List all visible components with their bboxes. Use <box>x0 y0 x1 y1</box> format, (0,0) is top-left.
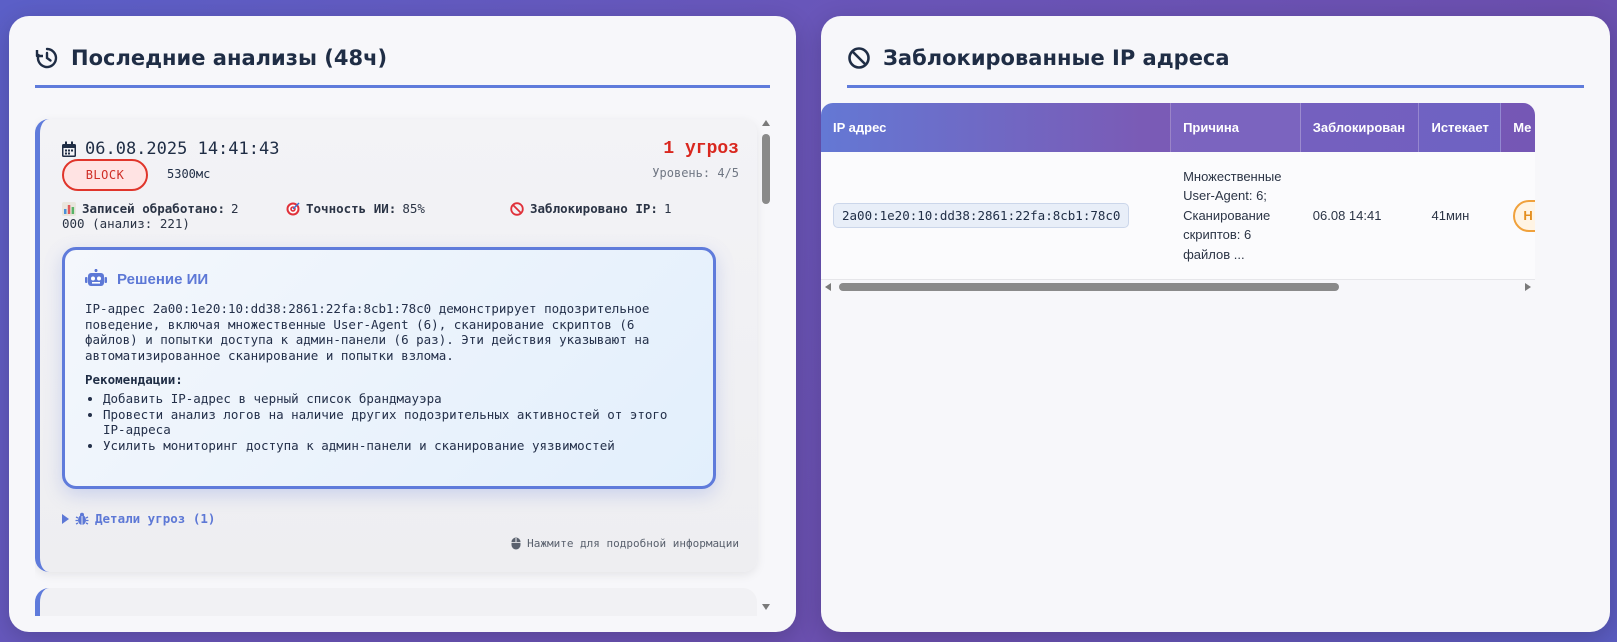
ai-decision-title: Решение ИИ <box>85 266 693 292</box>
analyses-scroll-area[interactable]: 06.08.2025 14:41:43 1 угроз Уровень: 4/5… <box>35 106 775 616</box>
cell-blocked-at: 06.08 14:41 <box>1312 208 1382 223</box>
ai-decision-title-text: Решение ИИ <box>117 270 209 288</box>
ai-decision-text: IP-адрес 2a00:1e20:10:dd38:2861:22fa:8cb… <box>85 301 650 363</box>
cell-action: Н <box>1501 152 1535 279</box>
robot-icon <box>85 269 107 286</box>
analysis-card[interactable] <box>35 588 757 616</box>
column-header-reason[interactable]: Причина <box>1171 103 1301 152</box>
column-header-method[interactable]: Ме <box>1501 103 1535 152</box>
blocked-value: 1 <box>663 201 672 216</box>
recommendations-title: Рекомендации: <box>85 372 183 387</box>
column-header-expires[interactable]: Истекает <box>1419 103 1502 152</box>
calendar-icon <box>62 141 76 157</box>
column-header-blocked[interactable]: Заблокирован <box>1300 103 1420 152</box>
threat-level: Уровень: 4/5 <box>652 166 739 180</box>
click-hint-text: Нажмите для подробной информации <box>527 537 739 550</box>
history-icon <box>35 47 58 69</box>
blocked-ips-table: IP адрес Причина Заблокирован Истекает М… <box>821 103 1535 281</box>
duration: 5300мс <box>167 167 211 181</box>
accuracy-value: 85% <box>402 201 425 216</box>
cell-ip: 2a00:1e20:10:dd38:2861:22fa:8cb1:78c0 <box>821 152 1171 279</box>
datetime-text: 06.08.2025 14:41:43 <box>85 139 280 159</box>
expand-triangle-icon <box>62 513 69 524</box>
cell-expires: 41мин <box>1431 208 1470 223</box>
recommendation-item: Усилить мониторинг доступа к админ-панел… <box>103 438 693 454</box>
scroll-down-icon[interactable] <box>762 604 770 610</box>
recent-analyses-panel: Последние анализы (48ч) 06.08.2025 14:41… <box>9 16 796 632</box>
analysis-stats: Записей обработано: 2 Точность ИИ: 85% З… <box>62 201 722 231</box>
records-value: 2 <box>231 201 239 216</box>
panel-title: Заблокированные IP адреса <box>883 46 1230 70</box>
records-label: Записей обработано: <box>82 201 225 216</box>
panel-header: Последние анализы (48ч) <box>35 44 770 88</box>
bug-icon <box>75 512 89 525</box>
table-header: IP адрес Причина Заблокирован Истекает М… <box>821 103 1535 152</box>
scroll-left-icon[interactable] <box>825 283 831 291</box>
recommendations-list: Добавить IP-адрес в черный список брандм… <box>85 391 693 453</box>
bar-chart-icon <box>62 201 76 216</box>
mouse-icon <box>511 537 521 550</box>
scroll-thumb[interactable] <box>839 283 1339 291</box>
accuracy-label: Точность ИИ: <box>306 201 397 216</box>
accuracy-stat: Точность ИИ: 85% <box>286 201 425 216</box>
analysis-datetime: 06.08.2025 14:41:43 <box>61 139 279 159</box>
recommendation-item: Провести анализ логов на наличие других … <box>103 407 693 438</box>
scroll-up-icon[interactable] <box>762 120 770 126</box>
panel-title: Последние анализы (48ч) <box>71 46 388 70</box>
records-stat: Записей обработано: 2 <box>62 201 239 216</box>
threat-details-toggle[interactable]: Детали угроз (1) <box>62 511 215 526</box>
blocked-stat: Заблокировано IP: 1 <box>510 201 671 216</box>
scroll-right-icon[interactable] <box>1525 283 1531 291</box>
blocked-ips-panel: Заблокированные IP адреса IP адрес Причи… <box>821 16 1610 632</box>
vertical-scrollbar[interactable] <box>761 120 771 610</box>
action-badge: BLOCK <box>62 159 148 191</box>
ban-icon <box>848 47 870 69</box>
ban-icon <box>510 201 524 216</box>
threat-details-label: Детали угроз (1) <box>95 511 216 526</box>
records-value-continued: 000 (анализ: 221) <box>62 216 190 231</box>
scroll-thumb[interactable] <box>762 134 770 204</box>
column-header-ip[interactable]: IP адрес <box>821 103 1172 152</box>
analysis-card[interactable]: 06.08.2025 14:41:43 1 угроз Уровень: 4/5… <box>35 119 757 572</box>
recommendation-item: Добавить IP-адрес в черный список брандм… <box>103 391 693 407</box>
target-icon <box>286 201 300 215</box>
ip-address-chip: 2a00:1e20:10:dd38:2861:22fa:8cb1:78c0 <box>833 203 1130 228</box>
horizontal-scrollbar[interactable] <box>821 281 1535 293</box>
click-hint: Нажмите для подробной информации <box>511 537 739 550</box>
ai-decision-box: Решение ИИ IP-адрес 2a00:1e20:10:dd38:28… <box>62 247 716 489</box>
row-action-button[interactable]: Н <box>1513 199 1535 232</box>
blocked-label: Заблокировано IP: <box>530 201 658 216</box>
threat-count: 1 угроз <box>663 139 739 159</box>
table-row[interactable]: 2a00:1e20:10:dd38:2861:22fa:8cb1:78c0 Мн… <box>821 152 1535 280</box>
cell-reason: Множественные User-Agent: 6; Сканировани… <box>1183 168 1282 262</box>
panel-header: Заблокированные IP адреса <box>847 44 1584 88</box>
